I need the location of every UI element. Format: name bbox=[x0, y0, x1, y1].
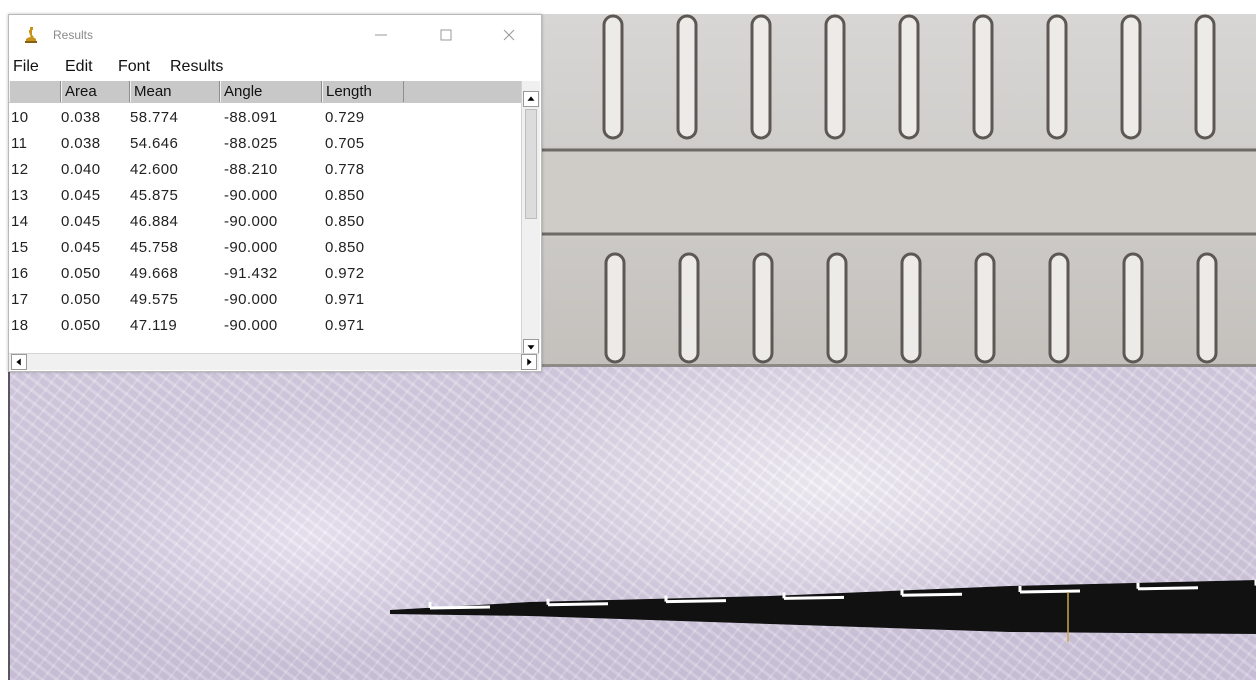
menu-bar: File Edit Font Results bbox=[9, 57, 539, 79]
menu-results[interactable]: Results bbox=[170, 58, 223, 76]
area-value: 0.050 bbox=[61, 317, 101, 334]
length-value: 0.971 bbox=[325, 317, 365, 334]
table-row[interactable]: 18 0.050 47.119 -90.000 0.971 bbox=[9, 315, 521, 341]
row-index: 12 bbox=[11, 161, 29, 178]
menu-file[interactable]: File bbox=[13, 58, 39, 76]
table-row[interactable]: 14 0.045 46.884 -90.000 0.850 bbox=[9, 211, 521, 237]
title-bar[interactable]: Results bbox=[9, 15, 541, 55]
column-header-length[interactable]: Length bbox=[322, 81, 404, 102]
length-value: 0.729 bbox=[325, 109, 365, 126]
table-row[interactable]: 13 0.045 45.875 -90.000 0.850 bbox=[9, 185, 521, 211]
length-value: 0.972 bbox=[325, 265, 365, 282]
mean-value: 54.646 bbox=[130, 135, 179, 152]
scroll-right-icon[interactable] bbox=[521, 354, 537, 370]
results-window: Results File Edit Font Results Area Mean… bbox=[8, 14, 542, 372]
vertical-scrollbar[interactable] bbox=[521, 81, 540, 355]
area-value: 0.038 bbox=[61, 135, 101, 152]
angle-value: -90.000 bbox=[224, 239, 278, 256]
maximize-icon[interactable] bbox=[434, 23, 458, 47]
area-value: 0.050 bbox=[61, 291, 101, 308]
scroll-up-icon[interactable] bbox=[523, 91, 539, 107]
mean-value: 49.575 bbox=[130, 291, 179, 308]
area-value: 0.045 bbox=[61, 239, 101, 256]
length-value: 0.850 bbox=[325, 213, 365, 230]
angle-value: -90.000 bbox=[224, 213, 278, 230]
area-value: 0.040 bbox=[61, 161, 101, 178]
column-header-area[interactable]: Area bbox=[61, 81, 130, 102]
table-header: Area Mean Angle Length bbox=[9, 81, 521, 103]
needle-body bbox=[390, 580, 1256, 634]
scroll-left-icon[interactable] bbox=[11, 354, 27, 370]
table-row[interactable]: 15 0.045 45.758 -90.000 0.850 bbox=[9, 237, 521, 263]
mean-value: 42.600 bbox=[130, 161, 179, 178]
results-table[interactable]: Area Mean Angle Length 10 0.038 58.774 -88.… bbox=[9, 81, 521, 351]
row-index: 14 bbox=[11, 213, 29, 230]
horizontal-scrollbar[interactable] bbox=[9, 353, 539, 370]
mean-value: 58.774 bbox=[130, 109, 179, 126]
table-row[interactable]: 11 0.038 54.646 -88.025 0.705 bbox=[9, 133, 521, 159]
table-row[interactable]: 10 0.038 58.774 -88.091 0.729 bbox=[9, 107, 521, 133]
vertical-scroll-thumb[interactable] bbox=[525, 109, 537, 219]
angle-value: -88.025 bbox=[224, 135, 278, 152]
row-index: 10 bbox=[11, 109, 29, 126]
mean-value: 45.875 bbox=[130, 187, 179, 204]
row-index: 11 bbox=[11, 135, 28, 152]
angle-value: -90.000 bbox=[224, 187, 278, 204]
area-value: 0.038 bbox=[61, 109, 101, 126]
area-value: 0.045 bbox=[61, 187, 101, 204]
menu-font[interactable]: Font bbox=[118, 58, 150, 76]
close-icon[interactable] bbox=[497, 23, 521, 47]
row-index: 15 bbox=[11, 239, 29, 256]
mean-value: 45.758 bbox=[130, 239, 179, 256]
column-header-angle[interactable]: Angle bbox=[220, 81, 322, 102]
row-index: 18 bbox=[11, 317, 29, 334]
angle-value: -88.210 bbox=[224, 161, 278, 178]
length-value: 0.850 bbox=[325, 239, 365, 256]
row-index: 17 bbox=[11, 291, 29, 308]
microscope-icon bbox=[25, 27, 37, 43]
window-title: Results bbox=[53, 28, 94, 42]
length-value: 0.778 bbox=[325, 161, 365, 178]
table-row[interactable]: 16 0.050 49.668 -91.432 0.972 bbox=[9, 263, 521, 289]
area-value: 0.045 bbox=[61, 213, 101, 230]
angle-value: -88.091 bbox=[224, 109, 278, 126]
angle-value: -90.000 bbox=[224, 317, 278, 334]
length-value: 0.705 bbox=[325, 135, 365, 152]
angle-value: -90.000 bbox=[224, 291, 278, 308]
column-header-mean[interactable]: Mean bbox=[130, 81, 220, 102]
length-value: 0.971 bbox=[325, 291, 365, 308]
row-index: 13 bbox=[11, 187, 29, 204]
row-index: 16 bbox=[11, 265, 29, 282]
mean-value: 49.668 bbox=[130, 265, 179, 282]
minimize-icon[interactable] bbox=[369, 23, 393, 47]
mean-value: 47.119 bbox=[130, 317, 178, 334]
length-value: 0.850 bbox=[325, 187, 365, 204]
mean-value: 46.884 bbox=[130, 213, 179, 230]
angle-value: -91.432 bbox=[224, 265, 278, 282]
table-row[interactable]: 17 0.050 49.575 -90.000 0.971 bbox=[9, 289, 521, 315]
area-value: 0.050 bbox=[61, 265, 101, 282]
table-row[interactable]: 12 0.040 42.600 -88.210 0.778 bbox=[9, 159, 521, 185]
column-header-index[interactable] bbox=[9, 81, 61, 102]
menu-edit[interactable]: Edit bbox=[65, 58, 93, 76]
